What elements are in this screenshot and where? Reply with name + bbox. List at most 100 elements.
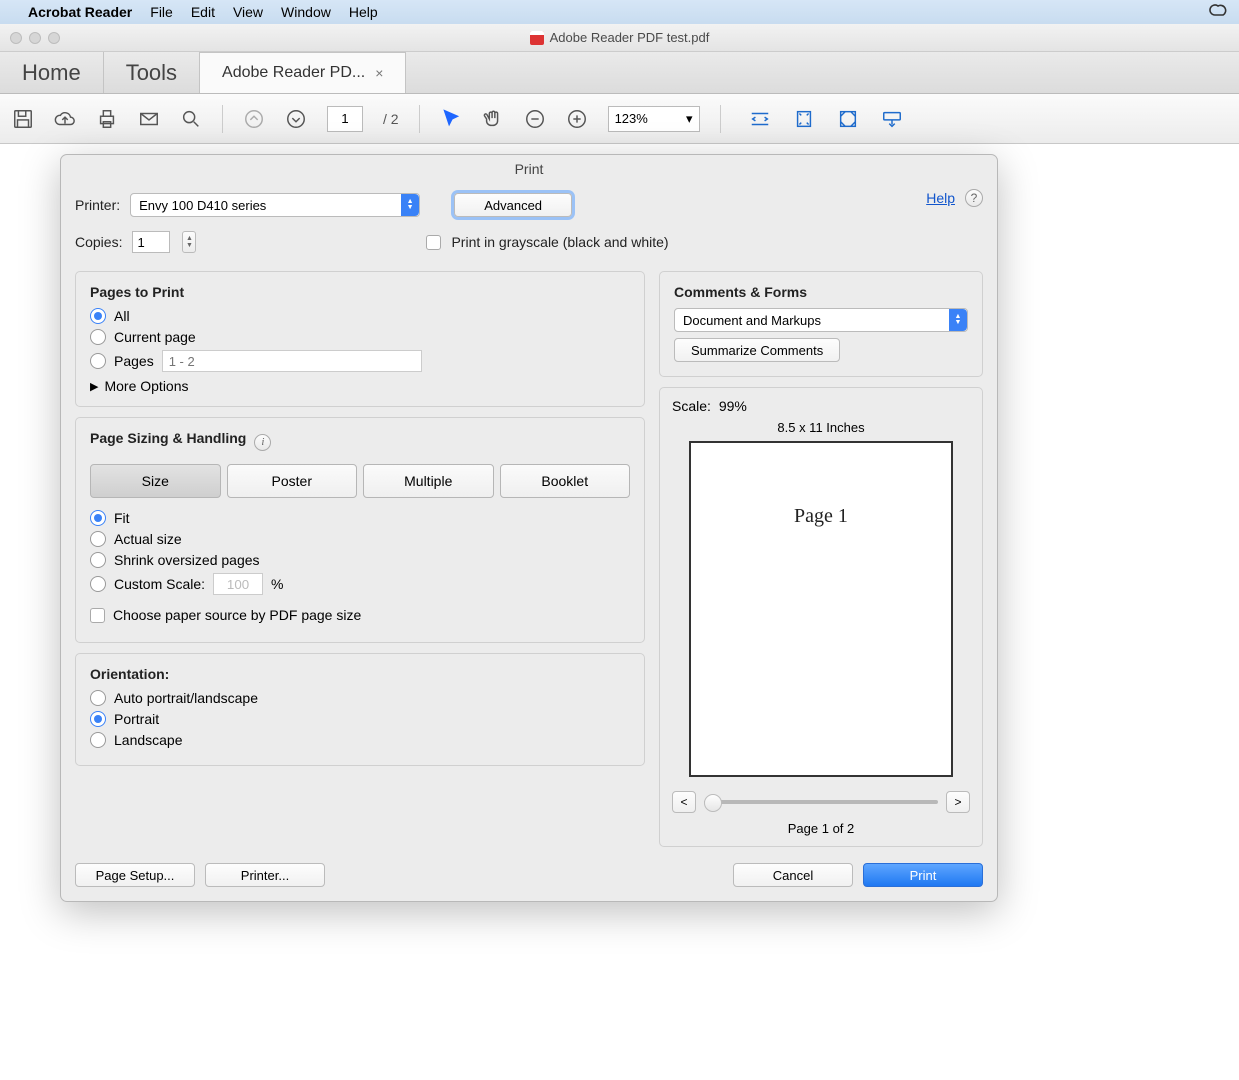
dialog-footer: Page Setup... Printer... Cancel Print <box>75 863 983 887</box>
tab-close-icon[interactable]: × <box>375 65 383 81</box>
menubar-app-name[interactable]: Acrobat Reader <box>28 4 132 20</box>
preview-prev-button[interactable]: < <box>672 791 696 813</box>
tab-home[interactable]: Home <box>0 52 104 93</box>
help-icon[interactable]: ? <box>965 189 983 207</box>
page-sizing-panel: Page Sizing & Handling i Size Poster Mul… <box>75 417 645 643</box>
tab-tools[interactable]: Tools <box>104 52 200 93</box>
hand-tool-icon[interactable] <box>482 108 504 130</box>
fit-width-icon[interactable] <box>749 108 771 130</box>
page-setup-button[interactable]: Page Setup... <box>75 863 195 887</box>
radio-current-page[interactable] <box>90 329 106 345</box>
minimize-window-icon[interactable] <box>29 32 41 44</box>
grayscale-label: Print in grayscale (black and white) <box>451 234 668 250</box>
copies-stepper[interactable]: ▲▼ <box>182 231 196 253</box>
radio-portrait[interactable] <box>90 711 106 727</box>
help-link[interactable]: Help <box>926 190 955 206</box>
cancel-button[interactable]: Cancel <box>733 863 853 887</box>
seg-booklet[interactable]: Booklet <box>500 464 631 498</box>
zoom-window-icon[interactable] <box>48 32 60 44</box>
summarize-comments-button[interactable]: Summarize Comments <box>674 338 840 362</box>
paper-dims: 8.5 x 11 Inches <box>777 420 864 435</box>
seg-poster[interactable]: Poster <box>227 464 358 498</box>
printer-settings-button[interactable]: Printer... <box>205 863 325 887</box>
triangle-right-icon: ▶ <box>90 380 98 393</box>
radio-shrink[interactable] <box>90 552 106 568</box>
menu-view[interactable]: View <box>233 4 263 20</box>
dialog-title: Print <box>61 155 997 187</box>
comments-value: Document and Markups <box>683 313 821 328</box>
print-icon[interactable] <box>96 108 118 130</box>
radio-custom-label: Custom Scale: <box>114 576 205 592</box>
page-down-icon[interactable] <box>285 108 307 130</box>
save-icon[interactable] <box>12 108 34 130</box>
fit-page-icon[interactable] <box>793 108 815 130</box>
cloud-upload-icon[interactable] <box>54 108 76 130</box>
preview-panel: Scale: 99% 8.5 x 11 Inches Page 1 < > <box>659 387 983 847</box>
page-sizing-heading: Page Sizing & Handling <box>90 430 246 446</box>
radio-current-label: Current page <box>114 329 196 345</box>
more-options-toggle[interactable]: ▶ More Options <box>90 378 630 394</box>
toolbar-separator <box>222 105 223 133</box>
comments-forms-panel: Comments & Forms Document and Markups ▲▼… <box>659 271 983 377</box>
close-window-icon[interactable] <box>10 32 22 44</box>
tab-document-label: Adobe Reader PD... <box>222 64 365 82</box>
menu-help[interactable]: Help <box>349 4 378 20</box>
fullscreen-icon[interactable] <box>837 108 859 130</box>
radio-landscape[interactable] <box>90 732 106 748</box>
pages-range-input[interactable] <box>162 350 422 372</box>
grayscale-checkbox[interactable] <box>426 235 441 250</box>
pages-to-print-panel: Pages to Print All Current page Pages ▶ … <box>75 271 645 407</box>
zoom-in-icon[interactable] <box>566 108 588 130</box>
preview-next-button[interactable]: > <box>946 791 970 813</box>
pages-to-print-heading: Pages to Print <box>90 284 630 300</box>
comments-select[interactable]: Document and Markups ▲▼ <box>674 308 968 332</box>
menu-edit[interactable]: Edit <box>191 4 215 20</box>
select-arrows-icon: ▲▼ <box>401 194 419 216</box>
radio-custom-scale[interactable] <box>90 576 106 592</box>
selection-tool-icon[interactable] <box>440 108 462 130</box>
advanced-button[interactable]: Advanced <box>454 193 572 217</box>
pdf-file-icon <box>530 31 544 45</box>
radio-pages[interactable] <box>90 353 106 369</box>
menu-file[interactable]: File <box>150 4 173 20</box>
window-titlebar: Adobe Reader PDF test.pdf <box>0 24 1239 52</box>
read-mode-icon[interactable] <box>881 108 903 130</box>
paper-source-checkbox[interactable] <box>90 608 105 623</box>
preview-page-content: Page 1 <box>794 505 848 528</box>
email-icon[interactable] <box>138 108 160 130</box>
info-icon[interactable]: i <box>254 434 271 451</box>
more-options-label: More Options <box>104 378 188 394</box>
radio-all[interactable] <box>90 308 106 324</box>
tab-document[interactable]: Adobe Reader PD... × <box>200 52 406 93</box>
custom-scale-input[interactable] <box>213 573 263 595</box>
seg-size[interactable]: Size <box>90 464 221 498</box>
seg-multiple[interactable]: Multiple <box>363 464 494 498</box>
search-icon[interactable] <box>180 108 202 130</box>
creative-cloud-icon[interactable] <box>1209 3 1229 22</box>
page-up-icon[interactable] <box>243 108 265 130</box>
scale-value: 99% <box>719 398 747 414</box>
radio-fit[interactable] <box>90 510 106 526</box>
paper-source-label: Choose paper source by PDF page size <box>113 607 361 623</box>
page-total-label: / 2 <box>383 111 399 127</box>
radio-actual-label: Actual size <box>114 531 182 547</box>
select-arrows-icon: ▲▼ <box>949 309 967 331</box>
page-number-input[interactable] <box>327 106 363 132</box>
menu-window[interactable]: Window <box>281 4 331 20</box>
window-title: Adobe Reader PDF test.pdf <box>550 30 710 45</box>
radio-auto-orient[interactable] <box>90 690 106 706</box>
copies-input[interactable] <box>132 231 170 253</box>
radio-actual-size[interactable] <box>90 531 106 547</box>
percent-label: % <box>271 576 283 592</box>
toolbar: / 2 123% ▾ <box>0 94 1239 144</box>
scale-label: Scale: <box>672 398 711 414</box>
app-tabs: Home Tools Adobe Reader PD... × <box>0 52 1239 94</box>
zoom-combo[interactable]: 123% ▾ <box>608 106 700 132</box>
print-button[interactable]: Print <box>863 863 983 887</box>
radio-all-label: All <box>114 308 130 324</box>
preview-slider[interactable] <box>704 800 938 804</box>
copies-label: Copies: <box>75 234 122 250</box>
traffic-lights <box>0 32 60 44</box>
printer-select[interactable]: Envy 100 D410 series ▲▼ <box>130 193 420 217</box>
zoom-out-icon[interactable] <box>524 108 546 130</box>
